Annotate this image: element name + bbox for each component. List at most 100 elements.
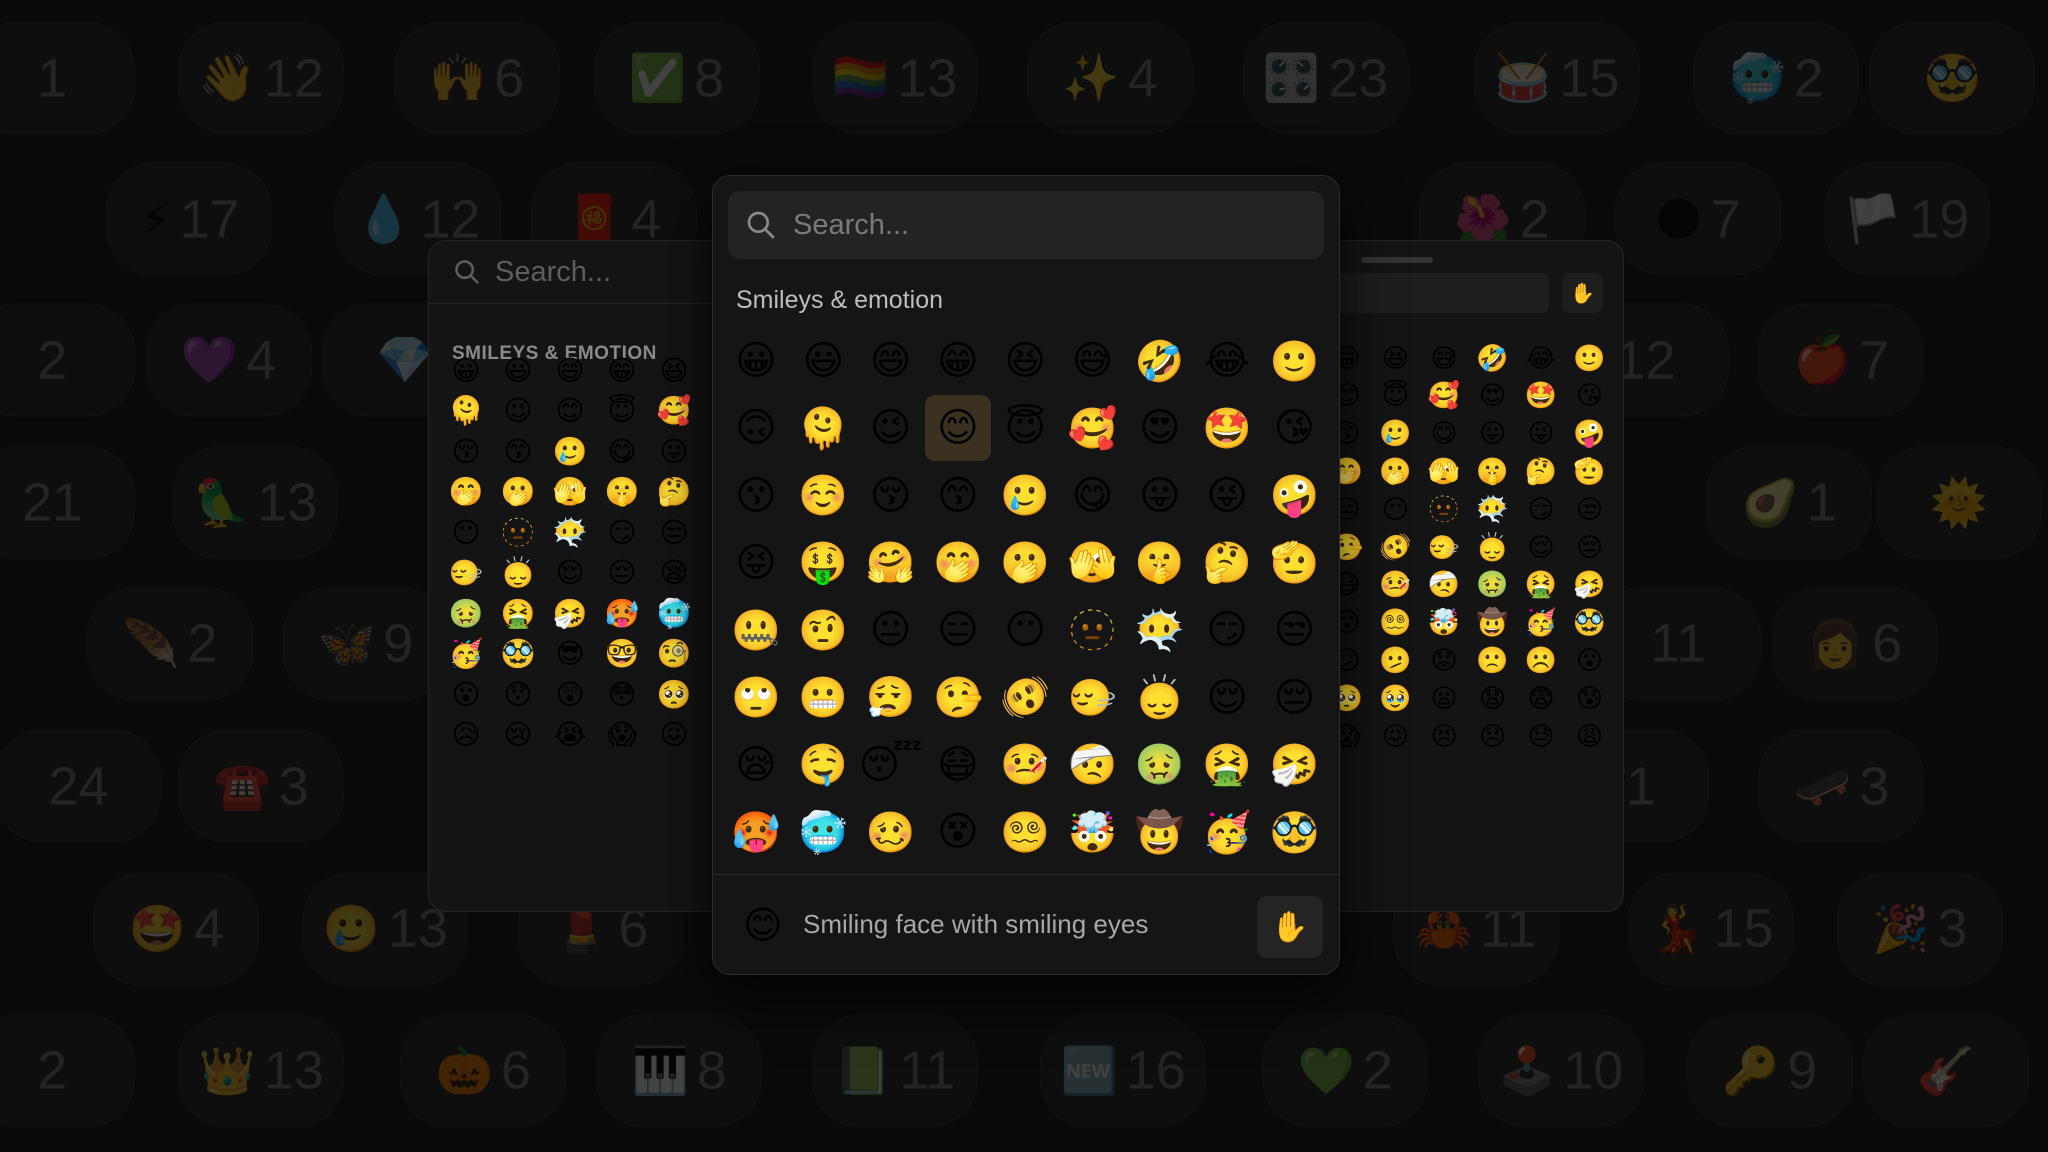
emoji-button[interactable]: 🥸 <box>495 634 541 674</box>
emoji-button[interactable]: 🤐 <box>723 597 789 663</box>
emoji-button[interactable]: 🥹 <box>1374 680 1418 716</box>
emoji-button[interactable]: 🥰 <box>1422 378 1466 414</box>
emoji-button[interactable]: 😵‍💫 <box>992 799 1058 865</box>
emoji-button[interactable]: 😭 <box>547 715 593 755</box>
emoji-button[interactable]: 🤕 <box>1422 567 1466 603</box>
emoji-button[interactable]: 🤢 <box>443 593 489 633</box>
emoji-button[interactable]: 😇 <box>599 391 645 431</box>
emoji-button[interactable]: 😪 <box>651 553 697 593</box>
emoji-button[interactable]: 🤮 <box>1519 567 1563 603</box>
emoji-button[interactable]: 🥳 <box>443 634 489 674</box>
emoji-button[interactable]: 🤗 <box>858 530 924 596</box>
emoji-button[interactable]: 🫡 <box>1568 453 1612 489</box>
emoji-button[interactable]: 😳 <box>599 674 645 714</box>
emoji-button[interactable]: 😣 <box>1422 718 1466 754</box>
emoji-button[interactable]: 😋 <box>599 431 645 471</box>
emoji-button[interactable]: 😀 <box>723 328 789 394</box>
emoji-button[interactable]: 🥲 <box>547 431 593 471</box>
emoji-button[interactable]: 😍 <box>1471 378 1515 414</box>
emoji-button[interactable]: 🤧 <box>1568 567 1612 603</box>
skin-tone-button[interactable]: ✋ <box>1562 273 1603 313</box>
emoji-button[interactable]: 😷 <box>925 732 991 798</box>
emoji-button[interactable]: 🥸 <box>1261 799 1327 865</box>
emoji-button[interactable]: 🙄 <box>723 665 789 731</box>
emoji-button[interactable]: 😇 <box>1374 378 1418 414</box>
emoji-button[interactable]: 😜 <box>1194 463 1260 529</box>
emoji-button[interactable]: 😥 <box>443 715 489 755</box>
emoji-button[interactable]: 🤥 <box>925 665 991 731</box>
emoji-button[interactable]: 🤧 <box>1261 732 1327 798</box>
emoji-button[interactable]: 😚 <box>858 463 924 529</box>
emoji-button[interactable]: 🧐 <box>651 634 697 674</box>
emoji-button[interactable]: 🙂‍↕️ <box>1471 529 1515 565</box>
emoji-button[interactable]: 😪 <box>723 732 789 798</box>
emoji-button[interactable]: 😘 <box>1568 378 1612 414</box>
emoji-button[interactable]: 😌 <box>547 553 593 593</box>
emoji-button[interactable]: 😝 <box>723 530 789 596</box>
emoji-button[interactable]: 😎 <box>547 634 593 674</box>
emoji-button[interactable]: 🫢 <box>495 472 541 512</box>
emoji-button[interactable]: 🥰 <box>651 391 697 431</box>
skin-tone-button[interactable]: ✋ <box>1257 896 1323 958</box>
emoji-button[interactable]: 😇 <box>992 395 1058 461</box>
emoji-button[interactable]: 🥳 <box>1519 605 1563 641</box>
emoji-button[interactable]: 🙂 <box>1261 328 1327 394</box>
emoji-button[interactable]: 😞 <box>1471 718 1515 754</box>
emoji-button[interactable]: 🤢 <box>1127 732 1193 798</box>
emoji-button[interactable]: 🤑 <box>790 530 856 596</box>
emoji-button[interactable]: 😆 <box>1374 340 1418 376</box>
emoji-button[interactable]: 😄 <box>547 350 593 390</box>
emoji-button[interactable]: 😉 <box>858 395 924 461</box>
emoji-button[interactable]: 🤔 <box>1194 530 1260 596</box>
emoji-button[interactable]: 😊 <box>924 395 991 462</box>
emoji-button[interactable]: 😚 <box>443 431 489 471</box>
emoji-button[interactable]: 😑 <box>925 597 991 663</box>
emoji-button[interactable]: 😒 <box>651 512 697 552</box>
emoji-button[interactable]: 🥲 <box>1374 416 1418 452</box>
emoji-button[interactable]: 😃 <box>495 350 541 390</box>
emoji-button[interactable]: 🤕 <box>1060 732 1126 798</box>
emoji-button[interactable]: ☹️ <box>1519 642 1563 678</box>
emoji-button[interactable]: 🤭 <box>925 530 991 596</box>
emoji-button[interactable]: 😒 <box>1568 491 1612 527</box>
emoji-button[interactable]: 🤧 <box>547 593 593 633</box>
emoji-button[interactable]: 🤩 <box>1519 378 1563 414</box>
emoji-button[interactable]: 😄 <box>858 328 924 394</box>
emoji-button[interactable]: 😅 <box>1422 340 1466 376</box>
emoji-button[interactable]: 😖 <box>651 715 697 755</box>
emoji-button[interactable]: 🫥 <box>495 512 541 552</box>
emoji-button[interactable]: 🫥 <box>1060 597 1126 663</box>
emoji-button[interactable]: 🥵 <box>723 799 789 865</box>
emoji-button[interactable]: 😏 <box>599 512 645 552</box>
emoji-button[interactable]: 🫠 <box>790 395 856 461</box>
emoji-button[interactable]: 🫡 <box>1261 530 1327 596</box>
emoji-button[interactable]: 😶‍🌫️ <box>1471 491 1515 527</box>
emoji-button[interactable]: 😢 <box>495 715 541 755</box>
emoji-button[interactable]: 😶‍🌫️ <box>547 512 593 552</box>
emoji-button[interactable]: 🫢 <box>1374 453 1418 489</box>
emoji-button[interactable]: 😏 <box>1194 597 1260 663</box>
emoji-button[interactable]: 🙂‍↕️ <box>495 553 541 593</box>
emoji-button[interactable]: 😃 <box>790 328 856 394</box>
emoji-button[interactable]: 😘 <box>1261 395 1327 461</box>
emoji-button[interactable]: 😴 <box>858 732 924 798</box>
emoji-button[interactable]: 🫣 <box>1422 453 1466 489</box>
emoji-button[interactable]: 😯 <box>495 674 541 714</box>
emoji-button[interactable]: 🙂‍↕️ <box>1127 665 1193 731</box>
emoji-button[interactable]: 🫥 <box>1422 491 1466 527</box>
emoji-button[interactable]: 😶‍🌫️ <box>1127 597 1193 663</box>
search-bar[interactable]: Search... <box>429 241 759 304</box>
emoji-button[interactable]: 🙂‍↔️ <box>443 553 489 593</box>
emoji-button[interactable]: 😮 <box>1568 642 1612 678</box>
emoji-button[interactable]: 😁 <box>599 350 645 390</box>
emoji-button[interactable]: 😟 <box>1422 642 1466 678</box>
emoji-button[interactable]: 🤢 <box>1471 567 1515 603</box>
emoji-button[interactable]: 🥴 <box>858 799 924 865</box>
emoji-button[interactable]: 🥰 <box>1060 395 1126 461</box>
emoji-button[interactable]: 😮‍💨 <box>858 665 924 731</box>
emoji-button[interactable]: 🤣 <box>1127 328 1193 394</box>
search-placeholder[interactable]: Search... <box>495 256 611 289</box>
emoji-button[interactable]: 🙂‍↔️ <box>1060 665 1126 731</box>
emoji-button[interactable]: 😔 <box>1261 665 1327 731</box>
search-bar[interactable] <box>728 191 1324 259</box>
